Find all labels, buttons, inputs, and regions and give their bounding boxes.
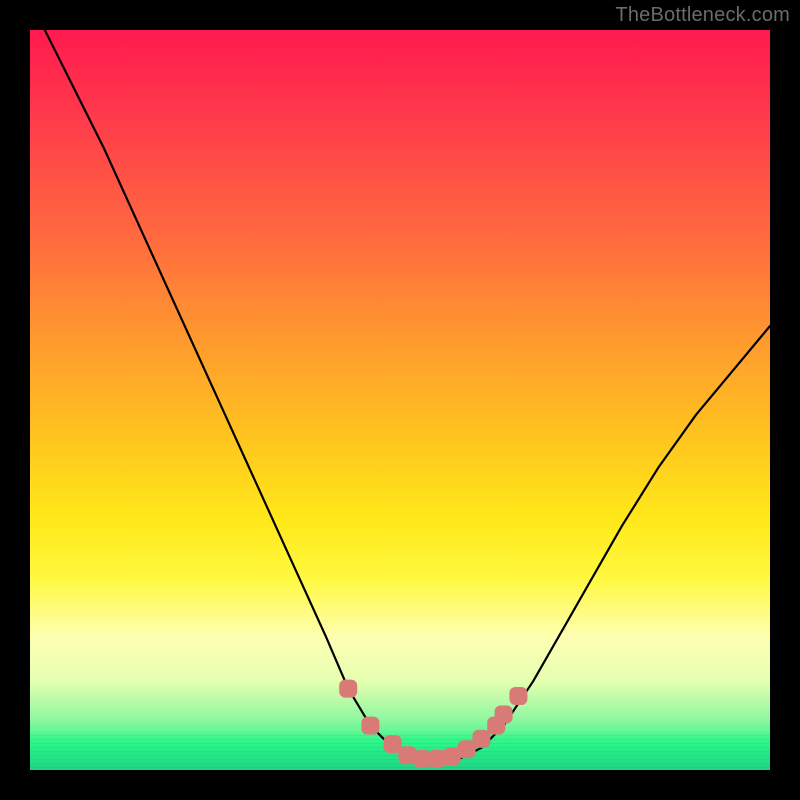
highlight-marker: [472, 730, 490, 748]
highlight-marker: [495, 706, 513, 724]
highlight-markers: [339, 680, 527, 768]
highlight-marker: [361, 717, 379, 735]
highlight-marker: [339, 680, 357, 698]
bottleneck-curve: [30, 30, 770, 759]
chart-frame: TheBottleneck.com: [0, 0, 800, 800]
watermark-text: TheBottleneck.com: [615, 4, 790, 27]
plot-area: [30, 30, 770, 770]
chart-svg: [30, 30, 770, 770]
highlight-marker: [509, 687, 527, 705]
